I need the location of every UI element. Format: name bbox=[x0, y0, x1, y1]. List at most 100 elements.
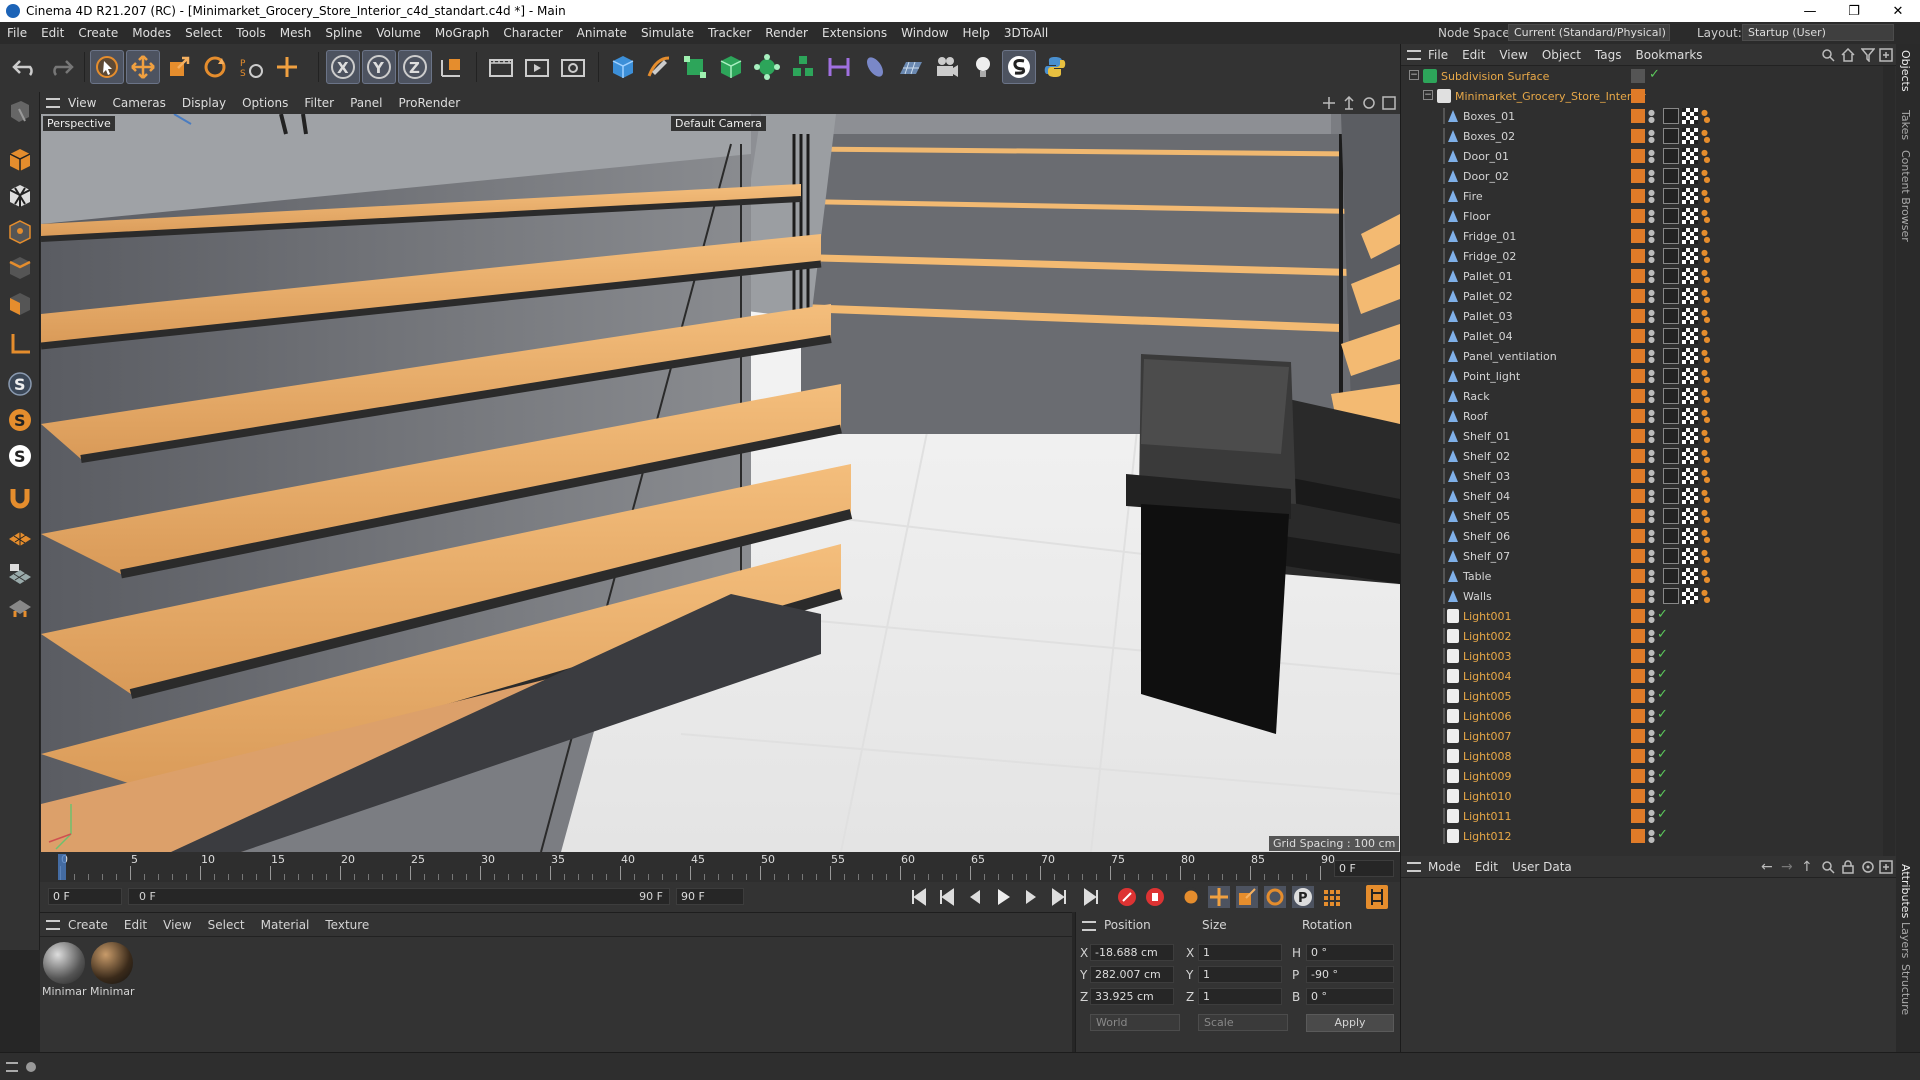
mograph-cloner-icon[interactable] bbox=[750, 50, 784, 84]
visibility-dots-icon[interactable]: ● ● bbox=[1648, 309, 1655, 324]
visibility-dots-icon[interactable]: ● ● bbox=[1648, 529, 1655, 544]
tree-row-object[interactable]: Pallet_02 ● ● ● ● bbox=[1401, 286, 1881, 306]
visibility-dots-icon[interactable]: ● ● bbox=[1648, 669, 1655, 684]
attr-new-window-icon[interactable] bbox=[1879, 860, 1893, 877]
visibility-dots-icon[interactable]: ● ● bbox=[1648, 649, 1655, 664]
enabled-check-icon[interactable]: ✓ bbox=[1657, 747, 1668, 762]
phong-tag-icon[interactable]: ● ● bbox=[1701, 209, 1711, 224]
menu-animate[interactable]: Animate bbox=[570, 26, 634, 40]
polygons-mode-icon[interactable] bbox=[3, 288, 37, 320]
enabled-check-icon[interactable]: ✓ bbox=[1657, 627, 1668, 642]
menu-spline[interactable]: Spline bbox=[318, 26, 369, 40]
phong-tag-icon[interactable]: ● ● bbox=[1701, 129, 1711, 144]
texture-tag-icon[interactable] bbox=[1682, 108, 1698, 124]
array-icon[interactable] bbox=[786, 50, 820, 84]
magnet-snap-icon[interactable] bbox=[3, 482, 37, 514]
viewport-zoom-icon[interactable] bbox=[1342, 95, 1356, 113]
tab-takes[interactable]: Takes bbox=[1899, 110, 1912, 140]
3d-viewport[interactable]: Perspective Default Camera Grid Spacing … bbox=[41, 114, 1400, 852]
snap-settings-icon[interactable]: S bbox=[3, 404, 37, 436]
back-arrow-icon[interactable]: ← bbox=[1761, 859, 1773, 875]
make-editable-icon[interactable] bbox=[3, 96, 37, 128]
texture-tag-icon[interactable] bbox=[1682, 368, 1698, 384]
visibility-dots-icon[interactable]: ● ● bbox=[1648, 289, 1655, 304]
next-frame-icon[interactable] bbox=[1020, 886, 1042, 908]
menu-window[interactable]: Window bbox=[894, 26, 955, 40]
rot-p-field[interactable]: -90 ° bbox=[1306, 966, 1394, 983]
attr-panel-menu-icon[interactable] bbox=[1407, 861, 1421, 872]
om-menu-view[interactable]: View bbox=[1492, 48, 1534, 62]
phong-tag-icon[interactable]: ● ● bbox=[1701, 349, 1711, 364]
visibility-dots-icon[interactable]: ● ● bbox=[1648, 829, 1655, 844]
tree-row-object[interactable]: Shelf_07 ● ● ● ● bbox=[1401, 546, 1881, 566]
visibility-dots-icon[interactable]: ● ● bbox=[1648, 589, 1655, 604]
workplane-lock-icon[interactable] bbox=[3, 592, 37, 624]
phong-tag-icon[interactable]: ● ● bbox=[1701, 429, 1711, 444]
viewport-menu-prorender[interactable]: ProRender bbox=[390, 96, 468, 110]
mat-menu-view[interactable]: View bbox=[155, 918, 199, 932]
phong-tag-icon[interactable]: ● ● bbox=[1701, 169, 1711, 184]
keyframe-selection-icon[interactable] bbox=[1180, 886, 1202, 908]
light-icon[interactable] bbox=[966, 50, 1000, 84]
tab-content-browser[interactable]: Content Browser bbox=[1899, 150, 1912, 242]
tab-attributes[interactable]: Attributes bbox=[1899, 864, 1912, 918]
menu-mesh[interactable]: Mesh bbox=[273, 26, 319, 40]
visibility-dots-icon[interactable]: ● ● bbox=[1648, 229, 1655, 244]
playhead[interactable] bbox=[58, 854, 66, 880]
prev-frame-icon[interactable] bbox=[964, 886, 986, 908]
mat-menu-texture[interactable]: Texture bbox=[317, 918, 377, 932]
tree-row-object[interactable]: Point_light ● ● ● ● bbox=[1401, 366, 1881, 386]
tree-row-light[interactable]: Light003 ● ● ✓ bbox=[1401, 646, 1881, 666]
enabled-check-icon[interactable]: ✓ bbox=[1657, 707, 1668, 722]
lock-icon[interactable] bbox=[1841, 860, 1855, 877]
tree-row-object[interactable]: Pallet_01 ● ● ● ● bbox=[1401, 266, 1881, 286]
om-menu-tags[interactable]: Tags bbox=[1588, 48, 1629, 62]
mat-menu-material[interactable]: Material bbox=[253, 918, 318, 932]
extrude-icon[interactable] bbox=[714, 50, 748, 84]
tree-row-object[interactable]: Boxes_01 ● ● ● ● bbox=[1401, 106, 1881, 126]
sculpt-s-icon[interactable]: S bbox=[3, 440, 37, 472]
texture-tag-icon[interactable] bbox=[1682, 388, 1698, 404]
live-selection-icon[interactable] bbox=[90, 50, 124, 84]
x-axis-icon[interactable]: X bbox=[326, 50, 360, 84]
visibility-dots-icon[interactable]: ● ● bbox=[1648, 489, 1655, 504]
texture-tag-icon[interactable] bbox=[1682, 228, 1698, 244]
enabled-check-icon[interactable]: ✓ bbox=[1657, 727, 1668, 742]
material-tag-icon[interactable] bbox=[1663, 288, 1679, 304]
deformer-icon[interactable] bbox=[822, 50, 856, 84]
viewport-menu-display[interactable]: Display bbox=[174, 96, 234, 110]
rotate-tool-icon[interactable] bbox=[198, 50, 232, 84]
up-arrow-icon[interactable]: ↑ bbox=[1801, 859, 1813, 875]
visibility-dots-icon[interactable]: ● ● bbox=[1648, 429, 1655, 444]
tree-row-object[interactable]: Shelf_06 ● ● ● ● bbox=[1401, 526, 1881, 546]
menu-modes[interactable]: Modes bbox=[125, 26, 178, 40]
undo-icon[interactable] bbox=[8, 50, 42, 84]
phong-tag-icon[interactable]: ● ● bbox=[1701, 269, 1711, 284]
texture-tag-icon[interactable] bbox=[1682, 548, 1698, 564]
texture-tag-icon[interactable] bbox=[1682, 408, 1698, 424]
om-new-window-icon[interactable] bbox=[1879, 48, 1893, 65]
tree-row-group[interactable]: − Minimarket_Grocery_Store_Interior bbox=[1401, 86, 1881, 106]
timeline-ruler[interactable]: 051015202530354045505560657075808590 0 F bbox=[40, 852, 1400, 882]
pla-key-icon[interactable] bbox=[1320, 886, 1342, 908]
parameter-key-icon[interactable]: P bbox=[1292, 886, 1314, 908]
texture-tag-icon[interactable] bbox=[1682, 168, 1698, 184]
field-icon[interactable] bbox=[858, 50, 892, 84]
pos-z-field[interactable]: 33.925 cm bbox=[1090, 988, 1174, 1005]
enabled-check-icon[interactable]: ✓ bbox=[1657, 787, 1668, 802]
subdivision-icon[interactable] bbox=[678, 50, 712, 84]
sketch-icon[interactable] bbox=[1002, 50, 1036, 84]
tree-row-object[interactable]: Fire ● ● ● ● bbox=[1401, 186, 1881, 206]
material-tag-icon[interactable] bbox=[1663, 448, 1679, 464]
floor-icon[interactable] bbox=[894, 50, 928, 84]
scale-key-icon[interactable] bbox=[1236, 886, 1258, 908]
texture-tag-icon[interactable] bbox=[1682, 468, 1698, 484]
tree-row-light[interactable]: Light011 ● ● ✓ bbox=[1401, 806, 1881, 826]
goto-end-icon[interactable] bbox=[1048, 886, 1070, 908]
tree-row-light[interactable]: Light009 ● ● ✓ bbox=[1401, 766, 1881, 786]
timeline-layout-icon[interactable] bbox=[1366, 885, 1388, 909]
menu-tools[interactable]: Tools bbox=[229, 26, 273, 40]
tree-row-light[interactable]: Light008 ● ● ✓ bbox=[1401, 746, 1881, 766]
menu-file[interactable]: File bbox=[0, 26, 34, 40]
prev-key-icon[interactable] bbox=[936, 886, 958, 908]
